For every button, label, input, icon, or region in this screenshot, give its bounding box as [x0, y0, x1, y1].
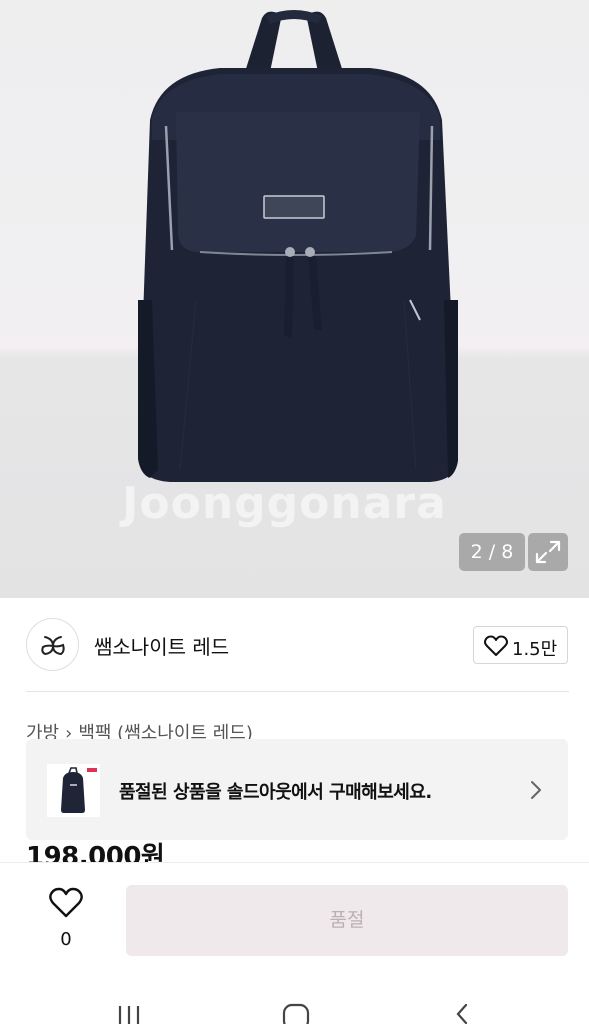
store-logo-icon: [41, 636, 65, 656]
back-icon[interactable]: [450, 1002, 474, 1024]
heart-icon: [49, 887, 83, 918]
banner-text: 품절된 상품을 솔드아웃에서 구매해보세요.: [119, 782, 432, 803]
store-name[interactable]: 쌤소나이트 레드: [94, 631, 229, 660]
expand-button[interactable]: [528, 533, 568, 571]
banner-product-thumbnail: [47, 764, 100, 817]
recent-apps-icon[interactable]: [114, 1004, 144, 1024]
store-row: 쌤소나이트 레드 1.5만: [26, 618, 569, 672]
soldout-banner[interactable]: 품절된 상품을 솔드아웃에서 구매해보세요.: [26, 739, 568, 840]
wish-count: 0: [60, 929, 72, 950]
heart-icon: [484, 635, 508, 656]
bottom-action-bar: 0 품절: [0, 862, 589, 978]
image-counter: 2 / 8: [459, 533, 525, 571]
expand-icon: [535, 540, 561, 564]
chevron-right-icon: [531, 781, 541, 799]
system-navigation-bar: [0, 978, 589, 1024]
watermark-text: Joonggonara: [122, 478, 447, 529]
store-like-count: 1.5만: [512, 639, 558, 660]
backpack-thumbnail-image: [47, 764, 100, 817]
divider: [26, 691, 569, 692]
product-image-gallery[interactable]: Joonggonara 2 / 8: [0, 0, 589, 598]
home-icon[interactable]: [281, 1002, 311, 1024]
store-like-button[interactable]: 1.5만: [473, 626, 568, 664]
soldout-button[interactable]: 품절: [126, 885, 568, 956]
wish-button[interactable]: 0: [40, 887, 92, 951]
store-logo[interactable]: [26, 618, 79, 671]
